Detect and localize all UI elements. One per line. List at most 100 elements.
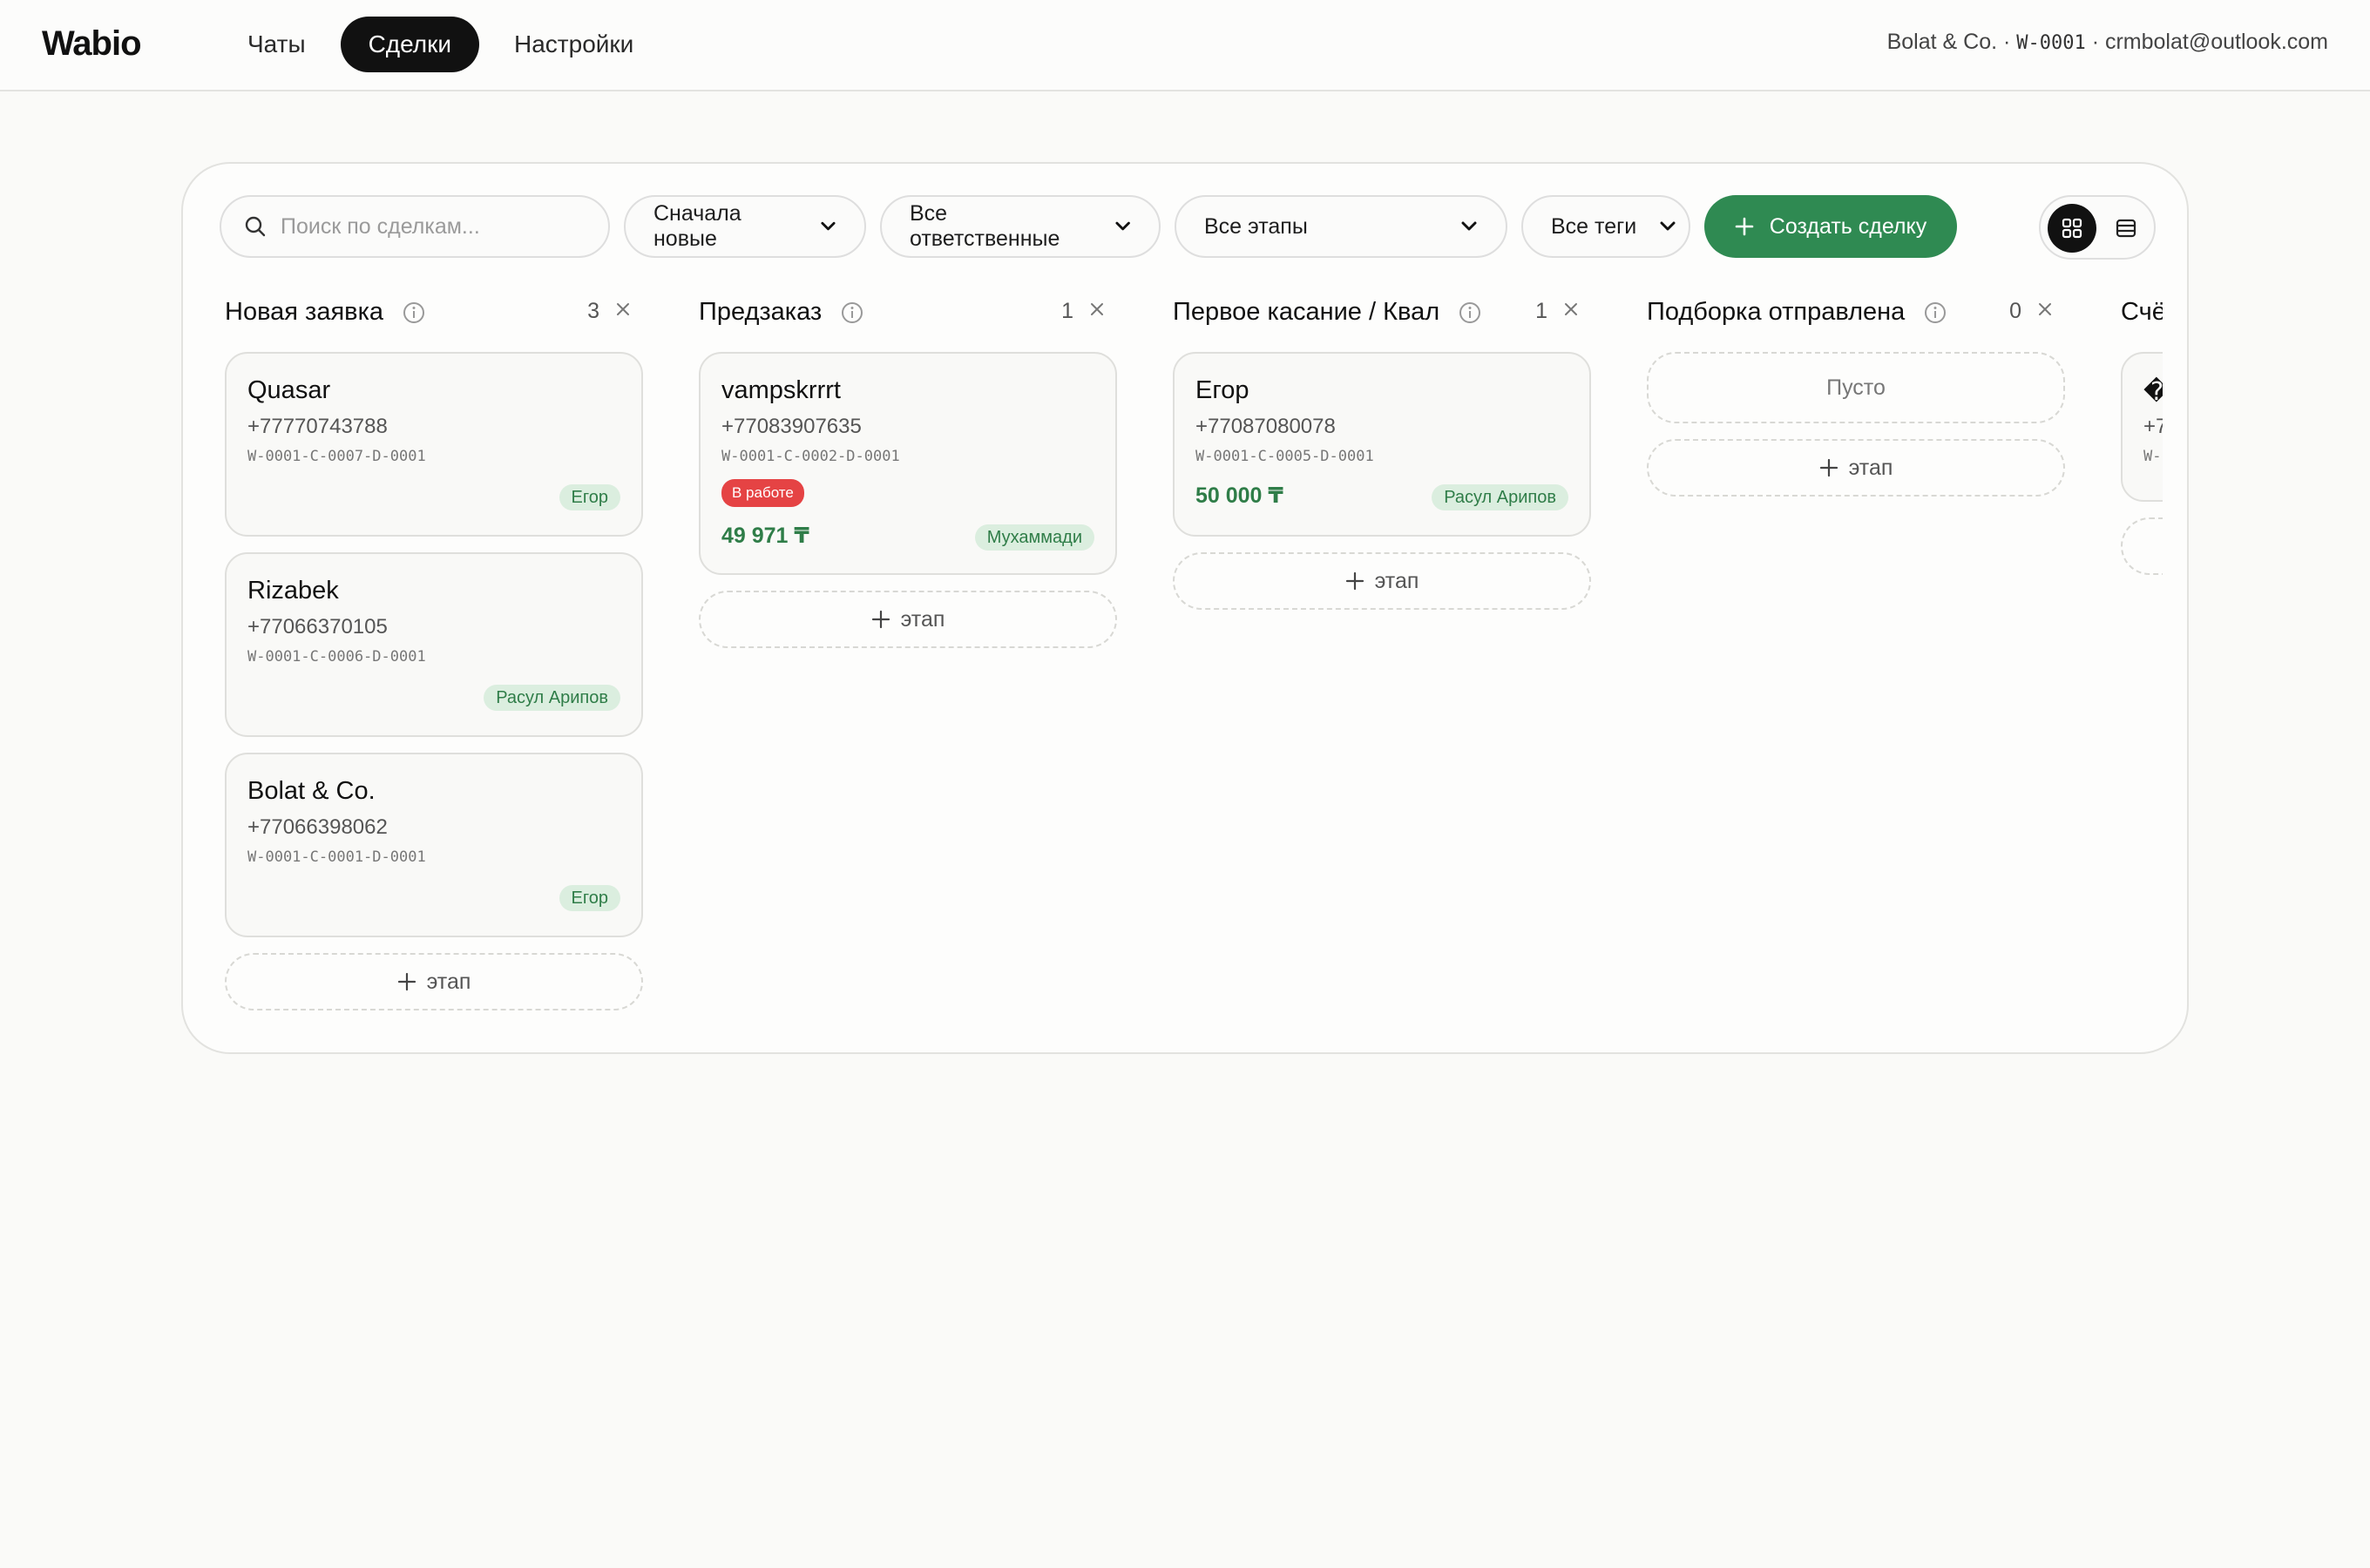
create-deal-button[interactable]: Создать сделку xyxy=(1704,195,1957,258)
empty-label: Пусто xyxy=(1826,375,1886,400)
column-header: Подборка отправлена 0 xyxy=(1647,286,2065,352)
deal-code: W- xyxy=(2143,448,2162,465)
deal-code: W-0001-C-0001-D-0001 xyxy=(247,848,426,866)
column-header: Счё xyxy=(2121,286,2163,352)
plus-icon xyxy=(1735,217,1754,236)
deal-card[interactable]: Quasar +77770743788 W-0001-C-0007-D-0001… xyxy=(225,352,643,537)
close-icon[interactable] xyxy=(1560,298,1582,321)
add-stage-button[interactable] xyxy=(2121,517,2163,575)
plus-icon xyxy=(397,972,416,991)
deal-name: Bolat & Co. xyxy=(247,777,376,805)
sort-select[interactable]: Сначала новые xyxy=(624,195,866,258)
info-icon[interactable] xyxy=(841,301,863,324)
column-count: 0 xyxy=(2009,299,2021,323)
tab-chats[interactable]: Чаты xyxy=(218,17,335,72)
add-stage-label: этап xyxy=(426,969,471,994)
add-stage-button[interactable]: этап xyxy=(699,591,1117,648)
add-stage-button[interactable]: этап xyxy=(1647,439,2065,497)
deal-name: � xyxy=(2143,376,2163,407)
tab-deals[interactable]: Сделки xyxy=(340,17,480,72)
deal-code: W-0001-C-0006-D-0001 xyxy=(247,648,426,666)
deal-phone: +7 xyxy=(2143,415,2163,438)
deal-card[interactable]: Bolat & Co. +77066398062 W-0001-C-0001-D… xyxy=(225,753,643,937)
column-title: Первое касание / Квал xyxy=(1173,298,1481,327)
deal-phone: +77066398062 xyxy=(247,815,388,839)
assignee-badge: Егор xyxy=(559,484,620,510)
account-email: crmbolat@outlook.com xyxy=(2104,30,2328,54)
account-separator: · xyxy=(2085,30,2105,54)
assignee-badge: Мухаммади xyxy=(974,524,1094,551)
column-count: 1 xyxy=(1061,299,1073,323)
add-stage-label: этап xyxy=(900,606,945,632)
search-input[interactable] xyxy=(281,213,594,240)
column-title: Предзаказ xyxy=(699,298,863,327)
info-icon[interactable] xyxy=(1924,301,1947,324)
plus-icon xyxy=(1345,571,1364,591)
assignee-select-value: Все ответственные xyxy=(910,201,1060,251)
app-logo[interactable]: Wabio xyxy=(42,24,141,64)
deal-code: W-0001-C-0007-D-0001 xyxy=(247,448,426,465)
column-count: 3 xyxy=(587,299,599,323)
add-stage-button[interactable]: этап xyxy=(1173,552,1591,610)
column-header: Первое касание / Квал 1 xyxy=(1173,286,1591,352)
column-header: Предзаказ 1 xyxy=(699,286,1117,352)
deal-card[interactable]: Егор +77087080078 W-0001-C-0005-D-0001 5… xyxy=(1173,352,1591,537)
chevron-down-icon xyxy=(1660,221,1676,231)
view-toggle xyxy=(2039,195,2156,260)
list-view-button[interactable] xyxy=(2102,204,2150,253)
stage-select[interactable]: Все этапы xyxy=(1175,195,1507,258)
deal-phone: +77087080078 xyxy=(1195,415,1336,438)
plus-icon xyxy=(1819,458,1838,477)
stage-select-value: Все этапы xyxy=(1204,213,1308,239)
chevron-down-icon xyxy=(1461,221,1477,231)
status-badge: В работе xyxy=(721,479,804,507)
workspace-id: W-0001 xyxy=(2016,32,2086,54)
close-icon[interactable] xyxy=(612,298,634,321)
deal-card[interactable]: Rizabek +77066370105 W-0001-C-0006-D-000… xyxy=(225,552,643,737)
deal-amount: 49 971 ₸ xyxy=(721,524,809,548)
deal-name: Quasar xyxy=(247,376,331,404)
account-company: Bolat & Co. xyxy=(1886,30,1998,54)
tab-settings[interactable]: Настройки xyxy=(484,17,663,72)
account-info: Bolat & Co. · W-0001 · crmbolat@outlook.… xyxy=(1887,30,2328,55)
search-box[interactable] xyxy=(220,195,610,258)
close-icon[interactable] xyxy=(1086,298,1108,321)
deal-phone: +77083907635 xyxy=(721,415,862,438)
stage-column-selection-sent: Подборка отправлена 0 Пусто этап xyxy=(1647,286,2065,512)
search-icon xyxy=(245,216,266,237)
list-icon xyxy=(2116,219,2136,238)
deal-card[interactable]: vampskrrrt +77083907635 W-0001-C-0002-D-… xyxy=(699,352,1117,575)
add-stage-button[interactable]: этап xyxy=(225,953,643,1010)
column-title: Новая заявка xyxy=(225,298,425,327)
deal-phone: +77770743788 xyxy=(247,415,388,438)
stage-column-new-request: Новая заявка 3 Quasar +77770743788 W-000… xyxy=(225,286,643,1026)
empty-column-placeholder: Пусто xyxy=(1647,352,2065,423)
kanban-view-button[interactable] xyxy=(2048,204,2096,253)
create-deal-label: Создать сделку xyxy=(1769,213,1927,239)
deals-board-panel: Сначала новые Все ответственные Все этап… xyxy=(181,162,2189,1054)
assignee-badge: Егор xyxy=(559,885,620,911)
deal-code: W-0001-C-0002-D-0001 xyxy=(721,448,900,465)
chevron-down-icon xyxy=(1115,221,1130,231)
main-nav: Чаты Сделки Настройки xyxy=(218,17,663,72)
tags-select-value: Все теги xyxy=(1551,213,1637,239)
deal-code: W-0001-C-0005-D-0001 xyxy=(1195,448,1374,465)
add-stage-label: этап xyxy=(1374,568,1419,593)
deal-name: Егор xyxy=(1195,376,1249,404)
tags-select[interactable]: Все теги xyxy=(1521,195,1690,258)
deal-amount: 50 000 ₸ xyxy=(1195,483,1283,508)
close-icon[interactable] xyxy=(2034,298,2056,321)
column-count: 1 xyxy=(1535,299,1547,323)
plus-icon xyxy=(871,610,890,629)
account-separator: · xyxy=(1997,30,2017,54)
deal-name: Rizabek xyxy=(247,577,339,605)
assignee-select[interactable]: Все ответственные xyxy=(880,195,1161,258)
column-title: Счё xyxy=(2121,298,2163,326)
sort-select-value: Сначала новые xyxy=(653,201,741,251)
info-icon[interactable] xyxy=(403,301,425,324)
deal-card[interactable]: � +7 W- xyxy=(2121,352,2163,502)
assignee-badge: Расул Арипов xyxy=(1432,484,1568,510)
column-title: Подборка отправлена xyxy=(1647,298,1947,327)
assignee-badge: Расул Арипов xyxy=(484,685,620,711)
info-icon[interactable] xyxy=(1459,301,1481,324)
